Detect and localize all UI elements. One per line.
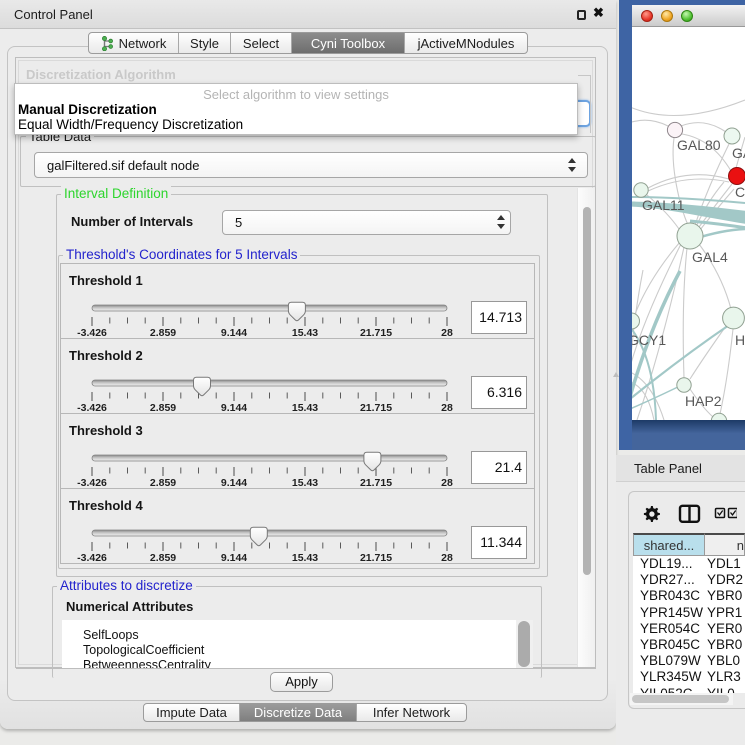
svg-text:15.43: 15.43 [292,552,318,564]
svg-text:2.859: 2.859 [150,552,176,564]
svg-text:GAL80: GAL80 [677,137,721,153]
svg-text:C: C [735,184,745,200]
svg-text:-3.426: -3.426 [77,552,107,564]
svg-text:21.715: 21.715 [360,552,392,564]
svg-text:9.144: 9.144 [221,552,247,564]
svg-text:28: 28 [441,552,453,564]
svg-text:GCY1: GCY1 [632,332,666,348]
svg-text:H: H [735,332,745,348]
svg-text:GAL11: GAL11 [642,197,685,213]
svg-text:HAP2: HAP2 [685,393,722,409]
svg-text:GAL4: GAL4 [692,249,728,265]
svg-text:GA: GA [732,145,745,161]
